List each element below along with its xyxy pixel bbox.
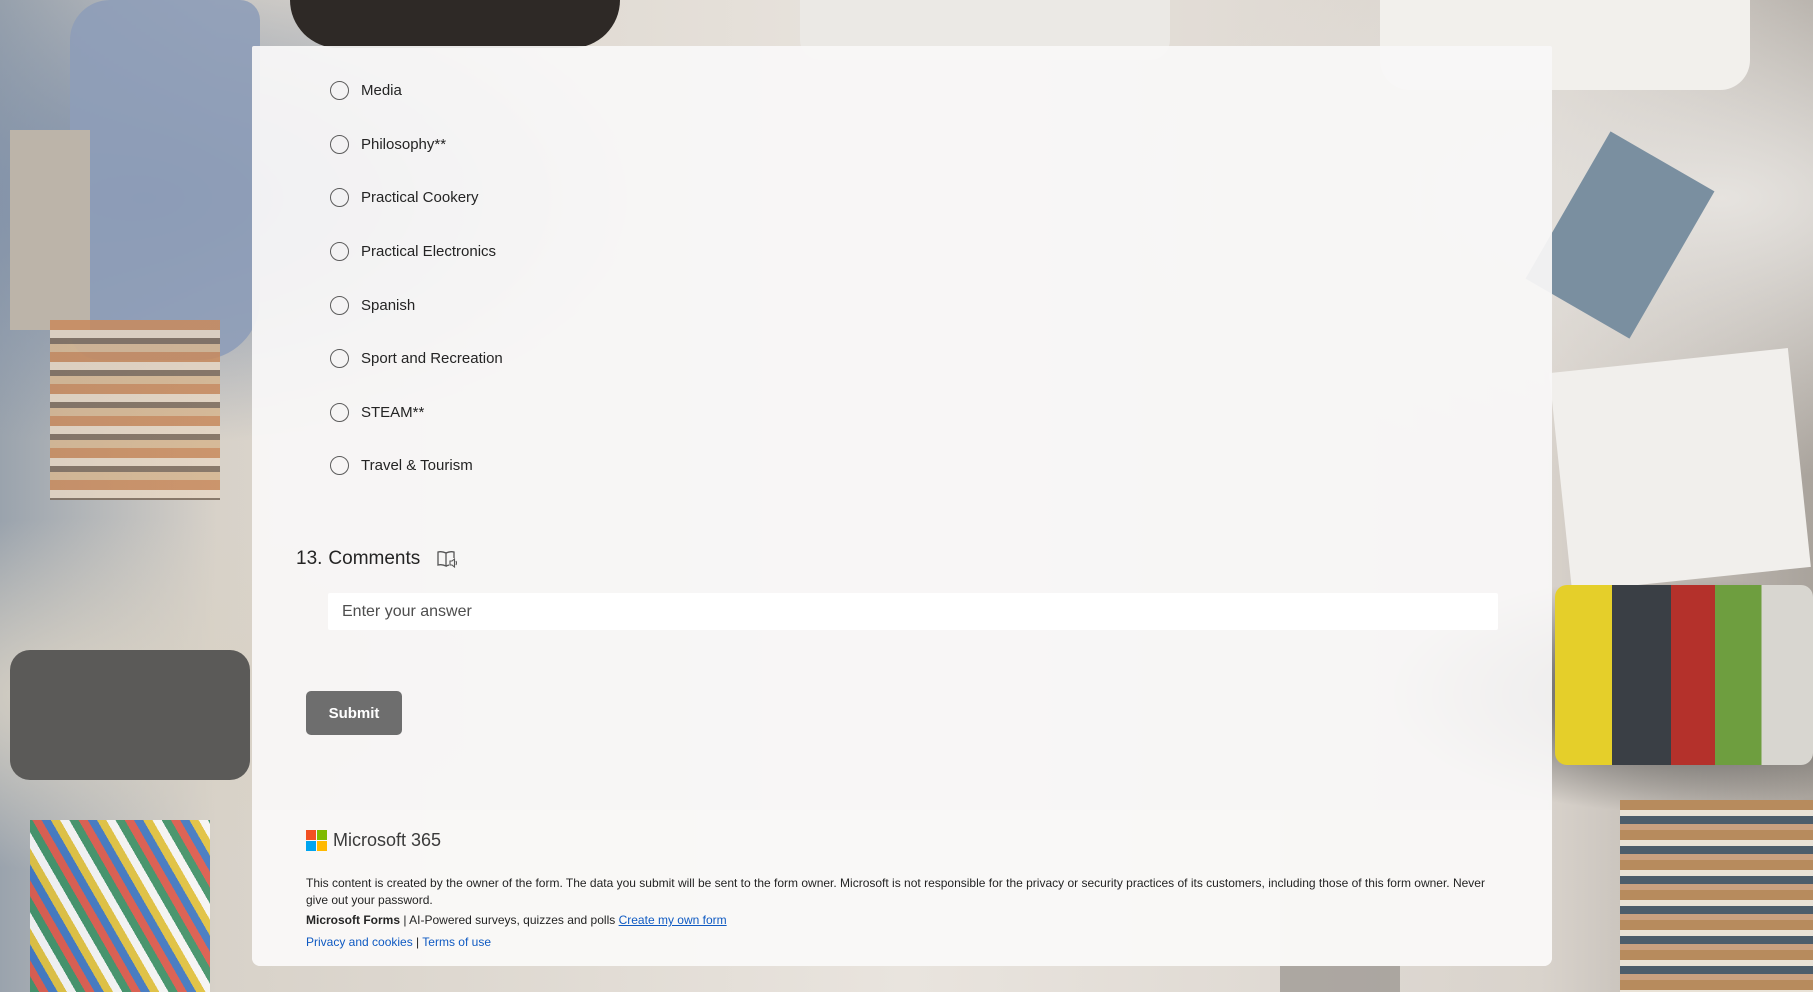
option-label: Practical Electronics [361, 243, 497, 261]
radio-button[interactable] [330, 349, 349, 369]
footer: Microsoft 365 This content is created by… [252, 810, 1552, 966]
background-fabric-bags [1555, 585, 1813, 765]
form-card: Media Philosophy** Practical Cookery Pra… [252, 46, 1552, 966]
option-practical-electronics[interactable]: Practical Electronics [330, 225, 503, 279]
separator: | [412, 935, 423, 949]
microsoft-365-brand: Microsoft 365 [306, 830, 441, 851]
create-form-link[interactable]: Create my own form [619, 913, 727, 927]
radio-button[interactable] [330, 242, 349, 262]
background-jar [10, 650, 250, 780]
option-travel-tourism[interactable]: Travel & Tourism [330, 439, 503, 493]
option-label: STEAM** [361, 403, 425, 421]
option-label: Sport and Recreation [361, 350, 503, 368]
immersive-reader-icon[interactable] [436, 549, 458, 569]
option-label: Media [361, 82, 402, 100]
background-blue-paper [1525, 131, 1715, 339]
forms-tagline-line: Microsoft Forms | AI-Powered surveys, qu… [306, 913, 727, 927]
forms-product-name: Microsoft Forms [306, 913, 401, 927]
background-fabric-samples [50, 320, 220, 500]
background-fabric-stack [1620, 800, 1813, 992]
option-label: Spanish [361, 296, 416, 314]
option-sport-and-recreation[interactable]: Sport and Recreation [330, 332, 503, 386]
separator: | [400, 913, 410, 927]
option-steam[interactable]: STEAM** [330, 386, 503, 440]
option-label: Philosophy** [361, 135, 447, 153]
question-title: Comments [328, 548, 421, 569]
radio-button[interactable] [330, 134, 349, 154]
terms-of-use-link[interactable]: Terms of use [422, 935, 491, 949]
background-pencils [30, 820, 210, 992]
background-sketch-paper [1549, 348, 1811, 592]
radio-button[interactable] [330, 456, 349, 476]
legal-links: Privacy and cookies | Terms of use [306, 935, 491, 949]
radio-button[interactable] [330, 188, 349, 208]
background-shirt [70, 0, 260, 360]
option-label: Travel & Tourism [361, 457, 473, 475]
forms-tagline: AI-Powered surveys, quizzes and polls [409, 913, 616, 927]
radio-button[interactable] [330, 295, 349, 315]
microsoft-logo-icon [306, 830, 327, 851]
option-media[interactable]: Media [330, 64, 503, 118]
question-number: 13. [296, 548, 323, 569]
option-practical-cookery[interactable]: Practical Cookery [330, 171, 503, 225]
privacy-cookies-link[interactable]: Privacy and cookies [306, 935, 413, 949]
option-spanish[interactable]: Spanish [330, 278, 503, 332]
choice-options-list: Media Philosophy** Practical Cookery Pra… [330, 64, 503, 493]
comments-answer-input[interactable] [328, 593, 1498, 630]
background-fabric-swatch [10, 130, 90, 330]
radio-button[interactable] [330, 402, 349, 422]
radio-button[interactable] [330, 81, 349, 101]
submit-button[interactable]: Submit [306, 691, 402, 735]
question-13-title: 13. Comments [296, 548, 458, 570]
disclaimer-text: This content is created by the owner of … [306, 876, 1485, 907]
option-philosophy[interactable]: Philosophy** [330, 118, 503, 172]
option-label: Practical Cookery [361, 189, 479, 207]
brand-name: Microsoft 365 [333, 830, 442, 850]
background-hair [290, 0, 620, 48]
